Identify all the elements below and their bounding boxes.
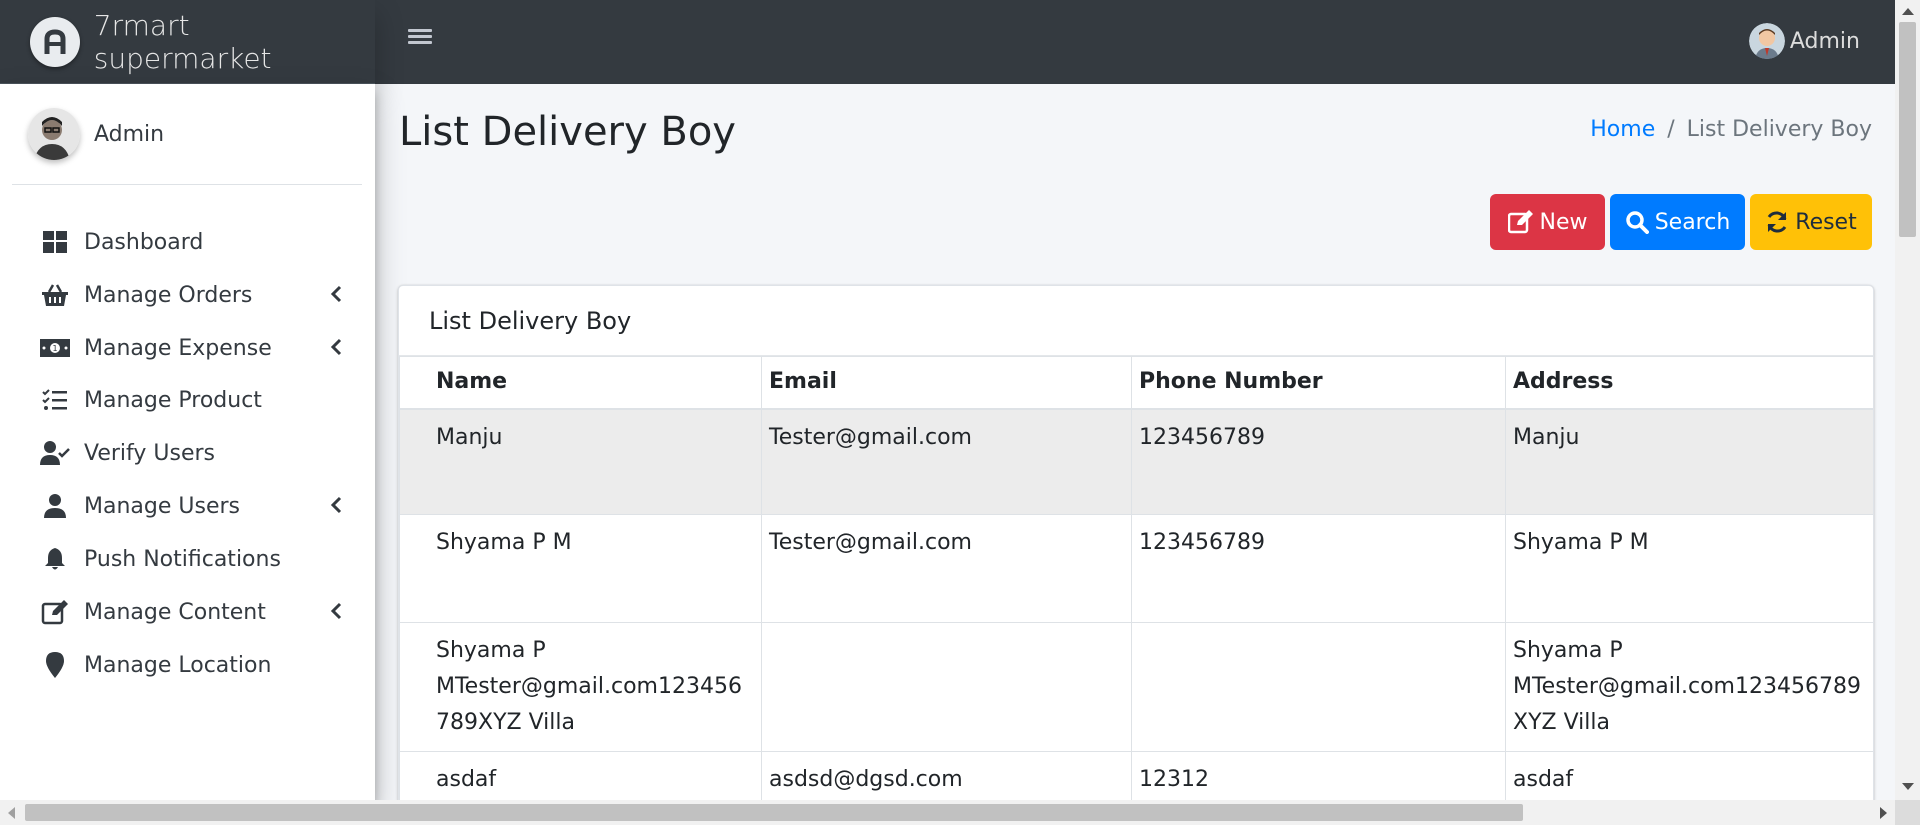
sidebar-item-verify-users[interactable]: Verify Users xyxy=(12,427,362,479)
cell-phone: 123456789 xyxy=(1131,514,1506,623)
map-marker-icon xyxy=(40,652,70,678)
basket-icon xyxy=(40,282,70,308)
search-button-label: Search xyxy=(1654,209,1731,235)
sidebar-item-manage-users[interactable]: Manage Users xyxy=(12,480,362,532)
cell-name: Shyama P MTester@gmail.com123456789XYZ V… xyxy=(399,622,762,752)
sidebar-item-manage-content[interactable]: Manage Content xyxy=(12,586,362,638)
scroll-down-arrow-icon[interactable] xyxy=(1902,783,1914,790)
sidebar-item-dashboard[interactable]: Dashboard xyxy=(12,216,362,268)
breadcrumb-current: List Delivery Boy xyxy=(1686,117,1872,142)
cell-name: asdaf xyxy=(399,751,762,804)
horizontal-scroll-thumb[interactable] xyxy=(25,804,1523,821)
user-icon xyxy=(40,493,70,519)
sidebar-item-label: Manage Content xyxy=(84,599,266,625)
sidebar-item-label: Manage Orders xyxy=(84,282,253,308)
scroll-up-arrow-icon[interactable] xyxy=(1902,8,1914,15)
horizontal-scrollbar[interactable] xyxy=(0,800,1895,825)
chevron-left-icon xyxy=(330,337,342,362)
svg-text:1: 1 xyxy=(52,344,57,353)
vertical-scroll-thumb[interactable] xyxy=(1899,22,1916,237)
sidebar-item-label: Manage Expense xyxy=(84,335,272,361)
top-user-menu[interactable]: Admin xyxy=(1748,23,1860,59)
cell-phone: 123456789 xyxy=(1131,408,1506,515)
breadcrumb-home-link[interactable]: Home xyxy=(1590,117,1655,142)
sidebar-item-manage-product[interactable]: Manage Product xyxy=(12,374,362,426)
cell-address: asdaf xyxy=(1505,751,1873,804)
sidebar: Admin Dashboard Manage Orders 1 Manage E… xyxy=(0,84,375,800)
cell-name: Shyama P M xyxy=(399,514,762,623)
sidebar-item-manage-orders[interactable]: Manage Orders xyxy=(12,269,362,321)
column-header-phone[interactable]: Phone Number xyxy=(1131,356,1506,410)
sidebar-item-label: Push Notifications xyxy=(84,546,281,572)
edit-icon xyxy=(40,599,70,625)
sidebar-user-name: Admin xyxy=(94,121,165,147)
sidebar-avatar xyxy=(28,108,80,160)
sidebar-item-push-notifications[interactable]: Push Notifications xyxy=(12,533,362,585)
cell-email: Tester@gmail.com xyxy=(761,408,1132,515)
menu-toggle-icon[interactable] xyxy=(408,26,432,50)
chevron-left-icon xyxy=(330,495,342,520)
table-row[interactable]: Shyama P MTester@gmail.com123456789XYZ V… xyxy=(399,622,1873,752)
reset-button[interactable]: Reset xyxy=(1750,194,1872,250)
cell-address: Shyama P M xyxy=(1505,514,1873,623)
tasks-icon xyxy=(40,387,70,413)
sidebar-item-label: Manage Product xyxy=(84,387,262,413)
brand-link[interactable]: 7rmart supermarket xyxy=(0,0,375,84)
card-title: List Delivery Boy xyxy=(399,286,1873,356)
sidebar-user-panel[interactable]: Admin xyxy=(12,84,362,185)
table-header-row: Name Email Phone Number Address xyxy=(399,356,1873,410)
sidebar-item-manage-expense[interactable]: 1 Manage Expense xyxy=(12,322,362,374)
money-icon: 1 xyxy=(40,335,70,361)
cell-phone: 12312 xyxy=(1131,751,1506,804)
cell-phone xyxy=(1131,622,1506,752)
reset-button-label: Reset xyxy=(1795,209,1857,235)
column-header-name[interactable]: Name xyxy=(399,356,762,410)
scroll-left-arrow-icon[interactable] xyxy=(8,807,15,819)
cell-email: Tester@gmail.com xyxy=(761,514,1132,623)
table-row[interactable]: asdaf asdsd@dgsd.com 12312 asdaf xyxy=(399,751,1873,804)
sidebar-item-label: Manage Users xyxy=(84,493,240,519)
search-icon xyxy=(1625,211,1649,234)
delivery-boy-card: List Delivery Boy Name Email Phone Numbe… xyxy=(398,285,1874,805)
cell-address: Manju xyxy=(1505,408,1873,515)
sidebar-item-manage-location[interactable]: Manage Location xyxy=(12,639,362,691)
cell-email: asdsd@dgsd.com xyxy=(761,751,1132,804)
table-row[interactable]: Shyama P M Tester@gmail.com 123456789 Sh… xyxy=(399,514,1873,623)
main-content: List Delivery Boy Home / List Delivery Boy… xyxy=(375,84,1895,805)
breadcrumb-separator: / xyxy=(1667,117,1675,142)
column-header-address[interactable]: Address xyxy=(1505,356,1873,410)
dashboard-icon xyxy=(40,229,70,255)
edit-icon xyxy=(1507,210,1533,234)
sidebar-item-label: Manage Location xyxy=(84,652,272,678)
sidebar-item-label: Dashboard xyxy=(84,229,204,255)
cell-name: Manju xyxy=(399,408,762,515)
scroll-right-arrow-icon[interactable] xyxy=(1880,807,1887,819)
top-user-name: Admin xyxy=(1789,28,1860,54)
brand-logo-icon xyxy=(30,16,80,67)
search-button[interactable]: Search xyxy=(1610,194,1745,250)
cell-address: Shyama P MTester@gmail.com123456789XYZ V… xyxy=(1505,622,1873,752)
sidebar-item-label: Verify Users xyxy=(84,440,216,466)
refresh-icon xyxy=(1767,211,1787,233)
scrollbar-corner xyxy=(1895,800,1920,825)
top-avatar xyxy=(1748,23,1785,59)
table-row[interactable]: Manju Tester@gmail.com 123456789 Manju xyxy=(399,408,1873,515)
column-header-email[interactable]: Email xyxy=(761,356,1132,410)
delivery-boy-table: Name Email Phone Number Address Manju Te… xyxy=(399,356,1873,804)
cell-email xyxy=(761,622,1132,752)
new-button[interactable]: New xyxy=(1490,194,1605,250)
user-check-icon xyxy=(40,440,70,466)
page-title: List Delivery Boy xyxy=(399,109,736,155)
new-button-label: New xyxy=(1539,209,1588,235)
breadcrumb: Home / List Delivery Boy xyxy=(1590,117,1872,142)
brand-name: 7rmart supermarket xyxy=(93,8,272,75)
chevron-left-icon xyxy=(330,601,342,626)
chevron-left-icon xyxy=(330,284,342,309)
vertical-scrollbar[interactable] xyxy=(1895,0,1920,800)
bell-icon xyxy=(40,546,70,572)
